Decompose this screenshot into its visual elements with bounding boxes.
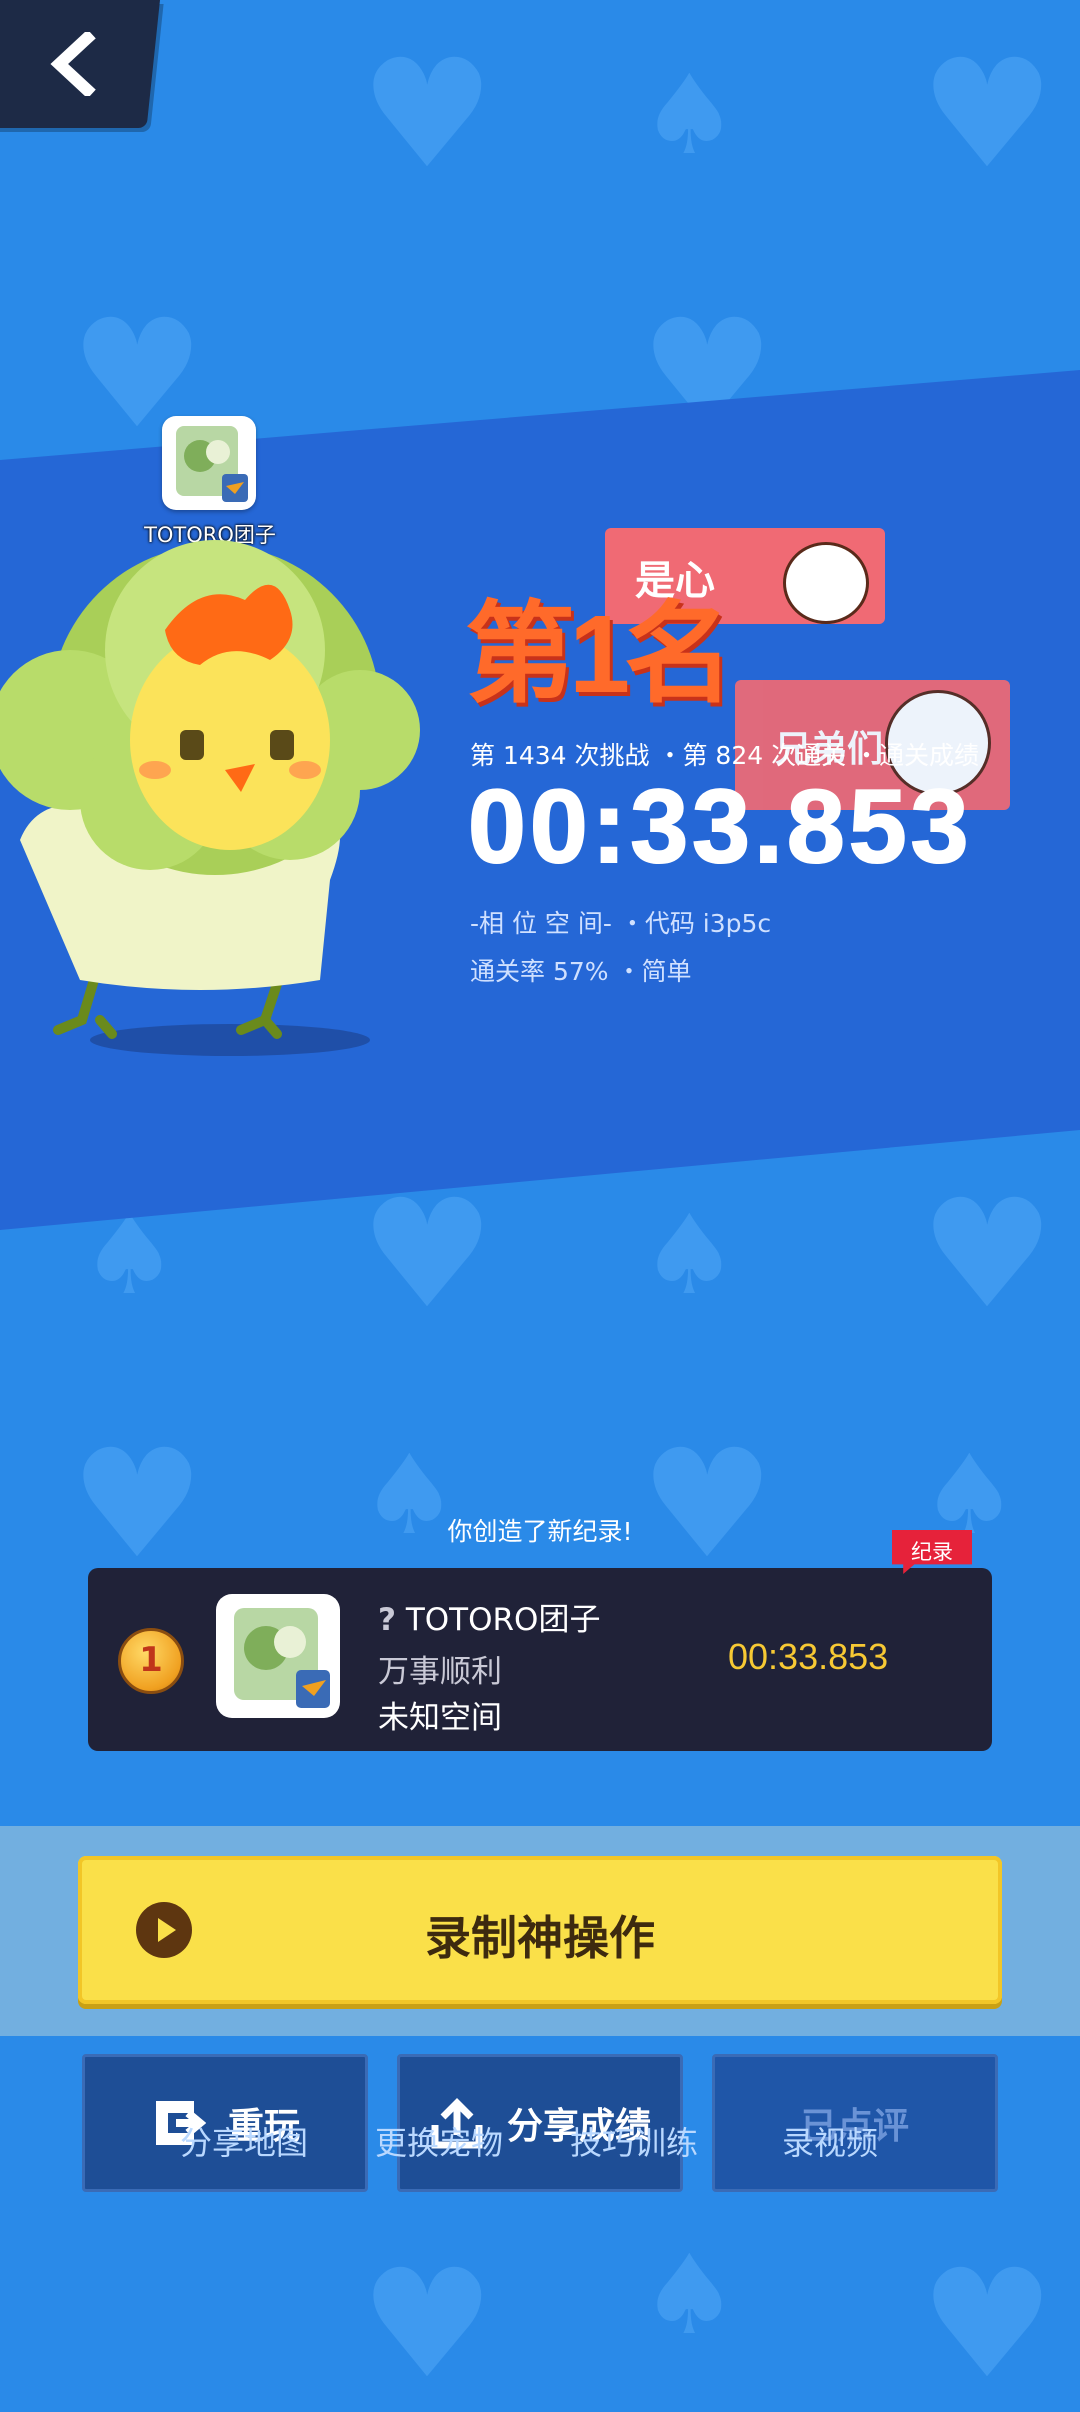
bunny-sticker-icon	[783, 542, 869, 624]
hat-decor-icon: ♠	[640, 2231, 739, 2359]
record-highlight-label: 录制神操作	[425, 1911, 655, 1965]
gold-medal-icon: 1	[118, 1628, 184, 1694]
rank-banner: 第1名	[465, 593, 734, 716]
unknown-icon: ?	[378, 1602, 396, 1638]
record-highlight-button[interactable]: 录制神操作	[78, 1856, 1002, 2004]
record-time: 00:33.853	[728, 1636, 889, 1677]
record-subtitle: 万事顺利	[378, 1654, 502, 1690]
back-button[interactable]	[0, 0, 160, 128]
hat-decor-icon: ♠	[640, 1191, 739, 1319]
heart-decor-icon: ♥	[920, 1168, 1055, 1342]
heart-decor-icon: ♥	[70, 1418, 205, 1592]
record-avatar[interactable]	[216, 1594, 340, 1718]
share-map-link[interactable]: 分享地图	[180, 2118, 308, 2164]
pet-character	[0, 540, 420, 1056]
record-player-name: ? TOTORO团子	[378, 1594, 600, 1639]
heart-decor-icon: ♥	[360, 1168, 495, 1342]
heart-decor-icon: ♥	[360, 28, 495, 202]
clear-time: 00:33.853	[467, 768, 973, 886]
level-meta: -相 位 空 间- ・代码 i3p5c	[470, 909, 772, 938]
heart-decor-icon: ♥	[920, 2238, 1055, 2412]
challenge-stats: 第 1434 次挑战 ・第 824 次通关 ・通关成绩	[470, 741, 980, 770]
record-name-text: TOTORO团子	[405, 1602, 601, 1638]
hat-decor-icon: ♠	[640, 51, 739, 179]
heart-decor-icon: ♥	[360, 2238, 495, 2412]
record-location: 未知空间	[378, 1700, 502, 1736]
heart-decor-icon: ♥	[920, 28, 1055, 202]
record-video-link[interactable]: 录视频	[782, 2118, 878, 2164]
player-avatar[interactable]	[162, 416, 256, 510]
heart-decor-icon: ♥	[640, 1418, 775, 1592]
change-pet-link[interactable]: 更换宠物	[375, 2118, 503, 2164]
skill-training-link[interactable]: 技巧训练	[570, 2118, 698, 2164]
level-difficulty: 通关率 57% ・简单	[470, 957, 692, 986]
chevron-left-icon	[50, 32, 96, 96]
record-card: 1 ? TOTORO团子 万事顺利 未知空间 00:33.853	[88, 1568, 992, 1751]
